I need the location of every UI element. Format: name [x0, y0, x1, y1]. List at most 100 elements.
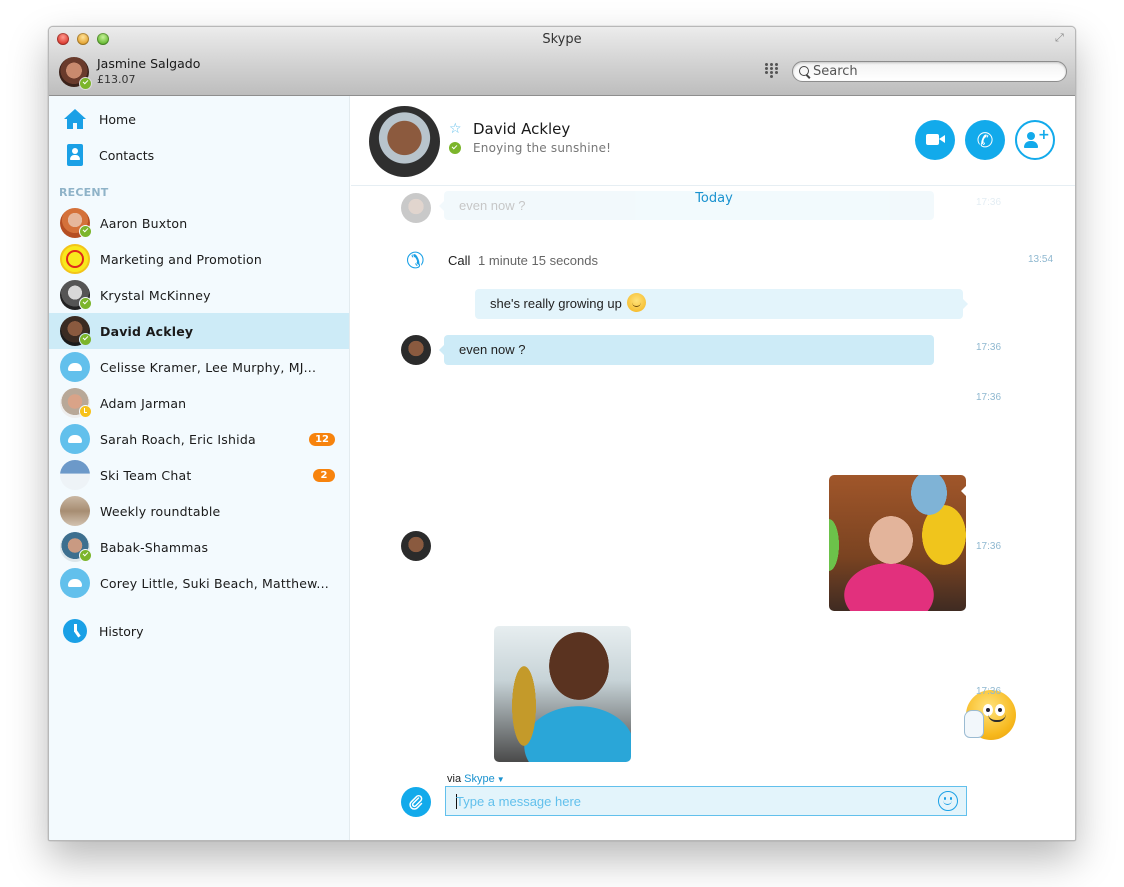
sender-avatar — [401, 335, 431, 365]
recent-item[interactable]: Corey Little, Suki Beach, Matthew... — [49, 565, 349, 601]
contacts-icon — [67, 144, 83, 166]
smile-emoticon-icon — [627, 293, 647, 312]
search-input[interactable] — [813, 64, 1053, 79]
group-icon — [60, 424, 90, 454]
date-divider: Today — [695, 191, 733, 206]
my-account[interactable]: Jasmine Salgado £13.07 — [59, 56, 201, 90]
history-clock-icon — [63, 619, 87, 643]
recent-item-name: Adam Jarman — [100, 395, 187, 411]
sidebar-item-home[interactable]: Home — [49, 101, 349, 137]
sidebar-item-contacts[interactable]: Contacts — [49, 137, 349, 173]
recent-item[interactable]: Ski Team Chat 2 — [49, 457, 349, 493]
online-status-icon — [79, 297, 92, 310]
call-phone-icon: ✆ — [406, 249, 425, 274]
unread-badge: 12 — [309, 432, 335, 446]
conversation-pane: ☆ David Ackley Enoying the sunshine! ✆ +… — [351, 96, 1075, 840]
via-service[interactable]: Skype — [464, 773, 495, 785]
emoticon-picker-icon[interactable] — [938, 791, 958, 811]
recent-item-name: Celisse Kramer, Lee Murphy, MJ... — [100, 359, 317, 375]
unread-badge: 2 — [313, 468, 335, 482]
skype-credit[interactable]: £13.07 — [97, 72, 200, 88]
message-bubble-outgoing: she's really growing up — [475, 289, 968, 319]
online-status-icon — [79, 225, 92, 238]
conversation-header: ☆ David Ackley Enoying the sunshine! ✆ + — [351, 96, 1075, 186]
video-call-button[interactable] — [915, 120, 955, 160]
message-text: even now ? — [459, 342, 526, 357]
my-name: Jasmine Salgado — [97, 56, 201, 71]
dialpad-icon[interactable] — [765, 63, 779, 81]
avatar — [60, 496, 90, 526]
message-input[interactable] — [456, 787, 926, 815]
recent-item[interactable]: Babak-Shammas — [49, 529, 349, 565]
sidebar-item-label: Contacts — [99, 147, 155, 163]
message-time: 17:36 — [976, 541, 1002, 552]
online-status-icon — [79, 333, 92, 346]
recent-item-name: Sarah Roach, Eric Ishida — [100, 431, 256, 447]
online-status-icon — [79, 77, 92, 90]
recent-item-name: Babak-Shammas — [100, 539, 209, 555]
group-icon — [60, 352, 90, 382]
search-icon — [799, 65, 811, 78]
online-status-icon — [79, 549, 92, 562]
attach-file-button[interactable] — [401, 787, 431, 817]
via-prefix: via — [447, 773, 462, 785]
recent-item[interactable]: Celisse Kramer, Lee Murphy, MJ... — [49, 349, 349, 385]
fullscreen-icon[interactable]: ⤢ — [1055, 31, 1069, 45]
phone-icon: ✆ — [976, 128, 994, 152]
composer: via Skype ▼ — [351, 767, 1075, 840]
recent-item-name: Aaron Buxton — [100, 215, 188, 231]
message-time: 17:36 — [976, 686, 1002, 697]
sidebar-item-label: Home — [99, 111, 136, 127]
call-label: Call — [448, 253, 471, 268]
skype-window: Skype ⤢ Jasmine Salgado £13.07 Search Ho… — [48, 26, 1076, 841]
search-box[interactable] — [792, 61, 1067, 82]
message-text: she's really growing up — [490, 296, 622, 311]
message-time: 13:54 — [1028, 254, 1054, 265]
dropdown-caret-icon[interactable]: ▼ — [497, 775, 505, 784]
sender-avatar — [401, 531, 431, 561]
message-time: 17:36 — [976, 342, 1002, 353]
sidebar-item-label: History — [99, 623, 144, 639]
call-entry: Call 1 minute 15 seconds — [448, 253, 598, 268]
message-list[interactable]: Today even now ? 17:36 ✆ Call 1 minute 1… — [351, 187, 1075, 767]
recent-item[interactable]: Aaron Buxton — [49, 205, 349, 241]
recent-item[interactable]: Adam Jarman — [49, 385, 349, 421]
audio-call-button[interactable]: ✆ — [965, 120, 1005, 160]
sidebar: Home Contacts RECENT Aaron Buxton Market… — [49, 96, 350, 840]
message-bubble-incoming: even now ? — [439, 335, 934, 365]
title-bar: Skype ⤢ Jasmine Salgado £13.07 — [49, 27, 1075, 96]
message-input-box[interactable] — [445, 786, 967, 816]
paperclip-icon — [409, 794, 423, 810]
smiley-group-avatar — [60, 244, 90, 274]
recent-item-name: Weekly roundtable — [100, 503, 221, 519]
recent-header: RECENT — [59, 186, 109, 199]
recent-item-name: Ski Team Chat — [100, 467, 192, 483]
away-status-icon — [79, 405, 92, 418]
group-icon — [60, 568, 90, 598]
recent-item[interactable]: Krystal McKinney — [49, 277, 349, 313]
contact-name[interactable]: David Ackley — [473, 120, 570, 138]
contact-avatar[interactable] — [369, 106, 440, 177]
window-title: Skype — [542, 32, 582, 47]
home-icon — [64, 109, 86, 129]
recent-item-name: Corey Little, Suki Beach, Matthew... — [100, 575, 329, 591]
my-avatar[interactable] — [59, 57, 92, 90]
recent-item-name: Marketing and Promotion — [100, 251, 262, 267]
message-time: 17:36 — [976, 392, 1002, 403]
online-status-icon — [449, 142, 461, 154]
recent-item[interactable]: Sarah Roach, Eric Ishida 12 — [49, 421, 349, 457]
mood-message: Enoying the sunshine! — [473, 141, 612, 155]
recent-item[interactable]: Weekly roundtable — [49, 493, 349, 529]
recent-item[interactable]: Marketing and Promotion — [49, 241, 349, 277]
plus-icon: + — [1038, 127, 1050, 143]
recent-item-name: David Ackley — [100, 323, 194, 339]
call-duration: 1 minute 15 seconds — [478, 253, 598, 268]
shared-photo-girl-balloons[interactable] — [829, 475, 966, 611]
add-people-button[interactable]: + — [1015, 120, 1055, 160]
wave-emoticon-icon — [964, 690, 1016, 740]
send-via-selector[interactable]: via Skype ▼ — [447, 773, 505, 785]
recent-item-selected[interactable]: David Ackley — [49, 313, 349, 349]
shared-photo-boy-trophy[interactable] — [494, 626, 631, 762]
favorite-star-icon[interactable]: ☆ — [449, 122, 462, 136]
sidebar-item-history[interactable]: History — [49, 613, 349, 649]
